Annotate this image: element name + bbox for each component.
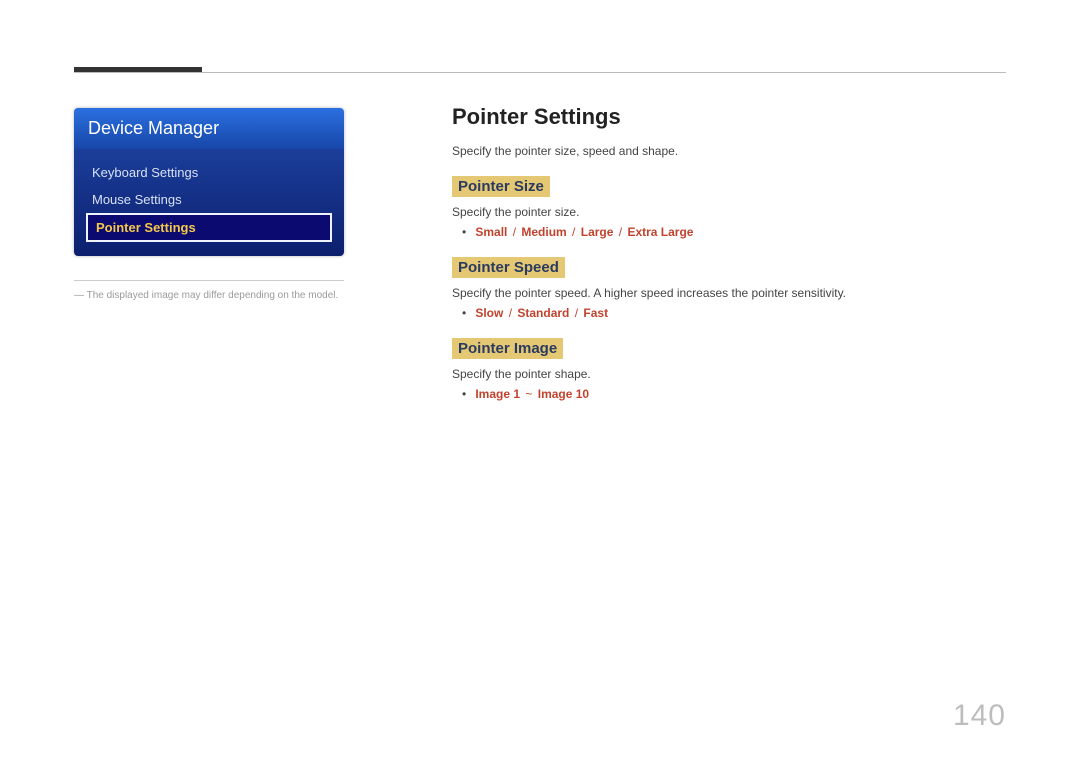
- panel-body: Keyboard Settings Mouse Settings Pointer…: [74, 149, 344, 256]
- option: Fast: [583, 306, 608, 320]
- page-number: 140: [953, 699, 1006, 733]
- main-content: Pointer Settings Specify the pointer siz…: [452, 104, 1006, 419]
- heading-pointer-speed: Pointer Speed: [452, 257, 565, 278]
- option: Large: [581, 225, 614, 239]
- option-separator: /: [569, 306, 583, 320]
- left-column: Device Manager Keyboard Settings Mouse S…: [74, 108, 344, 303]
- device-manager-panel: Device Manager Keyboard Settings Mouse S…: [74, 108, 344, 256]
- bullet-icon: •: [462, 306, 472, 320]
- desc-pointer-speed: Specify the pointer speed. A higher spee…: [452, 286, 1006, 300]
- option: Image 1: [475, 387, 520, 401]
- option: Extra Large: [627, 225, 693, 239]
- header-tab-indicator: [74, 67, 202, 72]
- footnote: ― The displayed image may differ dependi…: [74, 289, 344, 303]
- desc-pointer-image: Specify the pointer shape.: [452, 367, 1006, 381]
- section-pointer-image: Pointer Image Specify the pointer shape.…: [452, 338, 1006, 401]
- option: Medium: [521, 225, 566, 239]
- option-separator: /: [503, 306, 517, 320]
- option: Standard: [517, 306, 569, 320]
- sidebar-item-mouse-settings[interactable]: Mouse Settings: [86, 186, 332, 213]
- section-pointer-size: Pointer Size Specify the pointer size. •…: [452, 176, 1006, 239]
- option-separator: ~: [520, 387, 538, 401]
- option: Small: [475, 225, 507, 239]
- option: Slow: [475, 306, 503, 320]
- option-separator: /: [567, 225, 581, 239]
- desc-pointer-size: Specify the pointer size.: [452, 205, 1006, 219]
- option: Image 10: [538, 387, 589, 401]
- page-title: Pointer Settings: [452, 104, 1006, 130]
- sidebar-item-keyboard-settings[interactable]: Keyboard Settings: [86, 159, 332, 186]
- panel-title: Device Manager: [74, 108, 344, 149]
- footnote-text: The displayed image may differ depending…: [87, 290, 339, 301]
- bullet-icon: •: [462, 387, 472, 401]
- bullet-icon: •: [462, 225, 472, 239]
- heading-pointer-size: Pointer Size: [452, 176, 550, 197]
- option-separator: /: [507, 225, 521, 239]
- option-separator: /: [613, 225, 627, 239]
- heading-pointer-image: Pointer Image: [452, 338, 563, 359]
- left-divider: [74, 280, 344, 281]
- page-intro: Specify the pointer size, speed and shap…: [452, 144, 1006, 158]
- header-rule: [74, 72, 1006, 73]
- options-pointer-image: • Image 1 ~ Image 10: [462, 387, 1006, 401]
- section-pointer-speed: Pointer Speed Specify the pointer speed.…: [452, 257, 1006, 320]
- options-pointer-speed: • Slow / Standard / Fast: [462, 306, 1006, 320]
- options-pointer-size: • Small / Medium / Large / Extra Large: [462, 225, 1006, 239]
- footnote-prefix: ―: [74, 290, 84, 301]
- sidebar-item-pointer-settings[interactable]: Pointer Settings: [86, 213, 332, 242]
